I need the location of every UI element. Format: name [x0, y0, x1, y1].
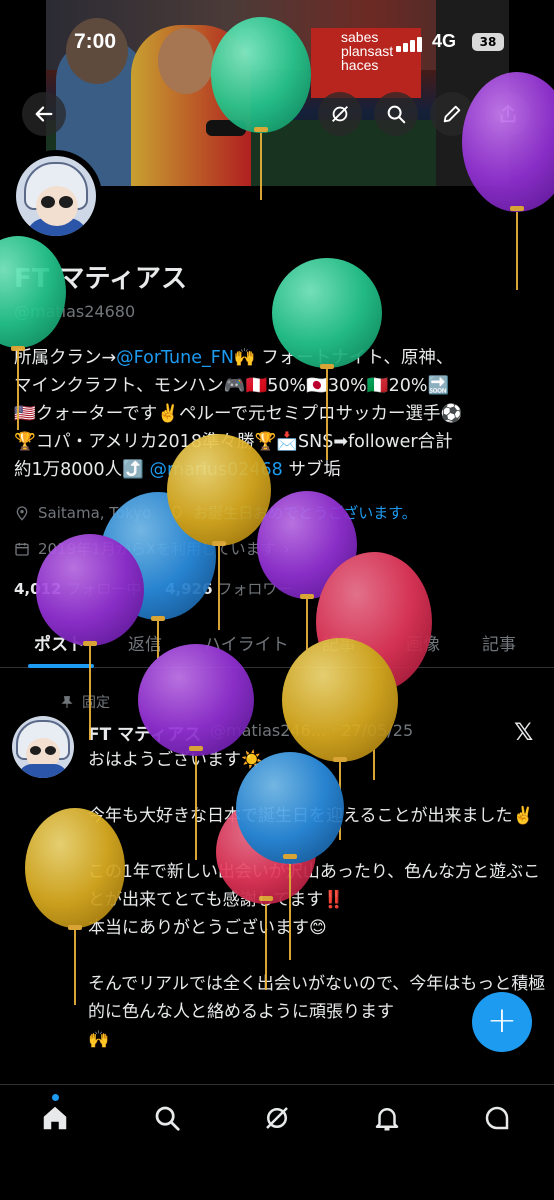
balloon-icon [172, 505, 182, 520]
bio-line: 🇺🇸クォーターです✌️ペルーで元セミプロサッカー選手⚽ [14, 404, 463, 424]
profile-meta-location: Saitama, Tokyo お誕生日おめでとうございます。 [14, 502, 417, 523]
grok-button[interactable] [318, 92, 362, 136]
birthday-text[interactable]: お誕生日おめでとうございます。 [193, 502, 417, 523]
active-tab-indicator [28, 664, 94, 668]
clan-link[interactable]: @ForTune_FN [116, 348, 234, 368]
signal-icon [396, 36, 426, 52]
tab-replies[interactable]: 返信 [128, 630, 162, 655]
search-button[interactable] [374, 92, 418, 136]
profile-name: FT マティアス [14, 264, 187, 294]
nav-home[interactable] [40, 1103, 72, 1135]
post-author[interactable]: FT マティアス [88, 720, 201, 745]
bio-line: 約1万8000人⤴️ @marius02468 サブ垢 [14, 460, 341, 480]
tab-posts[interactable]: ポスト [34, 630, 85, 655]
status-bar: 7:00 4G 38 [0, 26, 554, 58]
tab-articles-2[interactable]: 記事 [482, 630, 516, 655]
share-button[interactable] [486, 92, 530, 136]
back-button[interactable] [22, 92, 66, 136]
nav-notifications[interactable] [372, 1103, 404, 1135]
grok-icon [266, 1107, 288, 1129]
compose-post-button[interactable]: + [472, 992, 532, 1052]
joined-text: 2019年1月からXを利用しています [38, 540, 276, 558]
share-icon [500, 104, 516, 123]
post-meta: @matias246... · 27/05/25 [210, 721, 414, 740]
plus-icon: + [486, 999, 518, 1041]
bottom-nav [0, 1084, 554, 1200]
grok-icon [332, 106, 348, 122]
chevron-right-icon[interactable]: › [284, 540, 290, 558]
home-icon [43, 1106, 67, 1130]
profile-handle: @matias24680 [14, 302, 136, 321]
profile-bio: 所属クラン→@ForTune_FN🙌 フォートナイト、原神、 マインクラフト、モ… [14, 344, 546, 484]
bio-line: 所属クラン→@ForTune_FN🙌 フォートナイト、原神、 [14, 348, 454, 368]
profile-tabs: ポスト 返信 ハイライト 記事 画像 記事 [0, 618, 554, 668]
follow-stats: 4,012 フォロー中 4,926 フォロワー [14, 578, 292, 599]
x-logo-icon: 𝕏 [514, 718, 534, 746]
tab-highlights[interactable]: ハイライト [204, 630, 289, 655]
followers-stat[interactable]: 4,926 フォロワー [165, 580, 292, 598]
bio-line: マインクラフト、モンハン🎮🇵🇪50%🇯🇵30%🇮🇹20%🔜 [14, 376, 450, 396]
profile-meta-joined: 2019年1月からXを利用しています › [14, 538, 290, 559]
profile-avatar[interactable] [10, 150, 102, 242]
nav-explore[interactable] [152, 1103, 184, 1135]
bio-line: 🏆コパ・アメリカ2018準々勝🏆📩SNS➡follower合計 [14, 432, 453, 452]
calendar-icon [15, 542, 29, 556]
edit-icon [443, 105, 461, 123]
pin-icon [61, 696, 73, 708]
bell-icon [375, 1108, 399, 1131]
pinned-label: 固定 [82, 695, 110, 711]
nav-grok[interactable] [262, 1103, 294, 1135]
location-text: Saitama, Tokyo [38, 503, 152, 522]
search-icon [155, 1106, 180, 1131]
search-icon [387, 105, 406, 124]
nav-messages[interactable] [482, 1103, 514, 1135]
following-stat[interactable]: 4,012 フォロー中 [14, 580, 141, 598]
home-notification-dot [52, 1094, 59, 1101]
tab-media[interactable]: 画像 [406, 630, 440, 655]
post-avatar[interactable] [12, 716, 74, 778]
battery-icon: 38 [472, 33, 504, 51]
network-type: 4G [432, 31, 457, 51]
sub-account-link[interactable]: @marius02468 [150, 460, 283, 480]
location-icon [16, 505, 28, 521]
edit-button[interactable] [430, 92, 474, 136]
message-icon [485, 1106, 509, 1130]
back-arrow-icon [35, 106, 53, 122]
tab-articles[interactable]: 記事 [322, 630, 356, 655]
status-time: 7:00 [74, 30, 117, 53]
pinned-indicator: 固定 [60, 692, 110, 712]
